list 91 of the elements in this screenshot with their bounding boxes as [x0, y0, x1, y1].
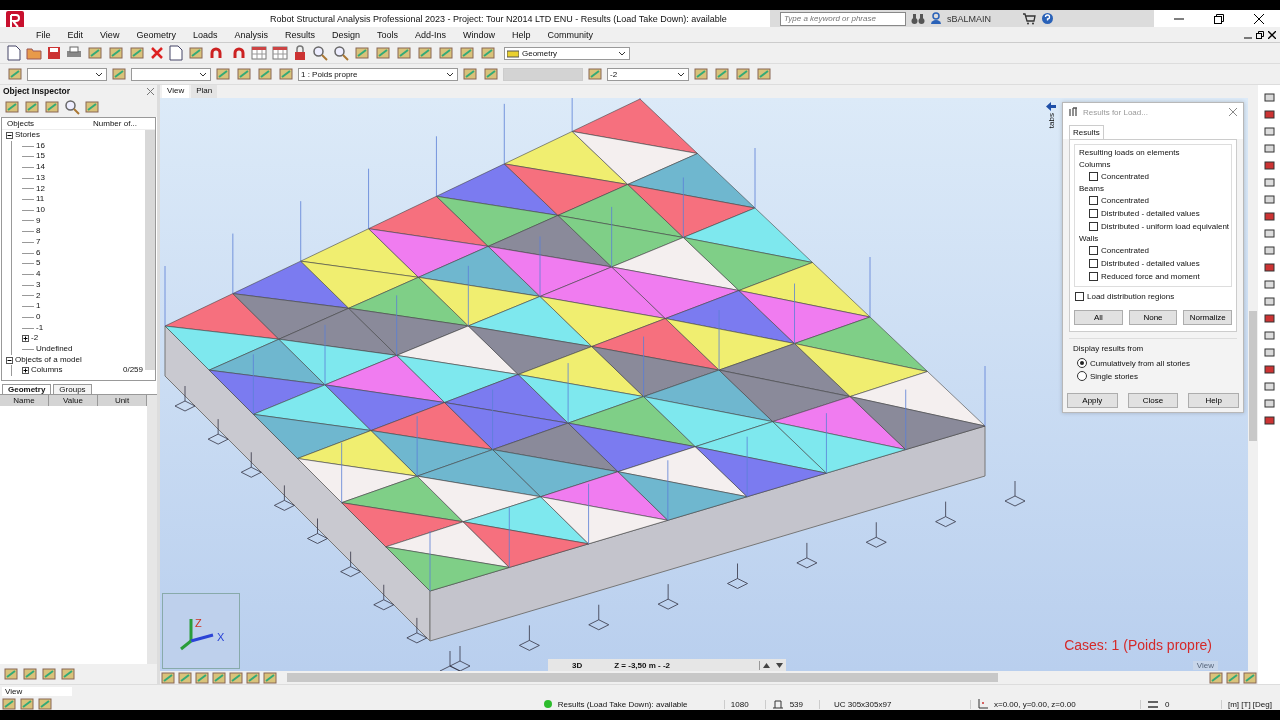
tree-item[interactable]: -2 — [31, 333, 39, 345]
dialog-button[interactable]: Close — [1127, 393, 1179, 408]
tree-item[interactable]: 6 — [36, 247, 41, 259]
checkbox[interactable]: Distributed - detailed values — [1079, 257, 1227, 270]
tree-item[interactable]: 10 — [36, 204, 45, 216]
checkbox[interactable]: Load distribution regions — [1074, 290, 1232, 303]
column-header[interactable]: Objects — [7, 119, 93, 128]
menu-item[interactable]: Analysis — [224, 29, 275, 40]
menu-item[interactable]: Window — [453, 29, 503, 40]
radio-option[interactable]: Cumulatively from all stories — [1073, 358, 1233, 368]
section-label: Columns — [1079, 159, 1112, 170]
tree-item[interactable]: 11 — [36, 194, 45, 205]
tree-item[interactable]: Objects of a model — [15, 354, 82, 366]
checkbox[interactable]: Distributed - uniform load equivalent — [1079, 220, 1227, 233]
side-tab[interactable]: tabs — [1046, 113, 1056, 129]
dialog-tab[interactable]: Results — [1069, 125, 1104, 139]
tree-item[interactable]: 14 — [36, 162, 45, 173]
checkbox[interactable]: Concentrated — [1079, 170, 1227, 183]
menu-item[interactable]: Add-Ins — [405, 29, 454, 40]
tree-item[interactable]: Columns — [31, 365, 63, 377]
menu-item[interactable]: Community — [537, 29, 601, 40]
menu-item[interactable]: Geometry — [126, 29, 183, 40]
tree-item[interactable]: 2 — [36, 290, 41, 302]
view-tab[interactable]: Plan — [191, 85, 218, 98]
dialog-button[interactable]: Normalize — [1183, 310, 1232, 325]
selection-count: 0 — [1165, 699, 1222, 709]
load-case-label: Cases: 1 (Poids propre) — [1064, 637, 1212, 653]
dialog-button[interactable]: Help — [1188, 393, 1239, 408]
dialog-title: Results for Load... — [1083, 107, 1148, 117]
user-name[interactable]: sBALMAIN — [947, 13, 1017, 24]
checkbox[interactable]: Distributed - detailed values — [1079, 207, 1227, 220]
command-line-field[interactable]: View — [2, 687, 72, 696]
story-level-label[interactable]: Z = -3,50 m - -2 — [606, 660, 761, 670]
tree-item[interactable]: 13 — [36, 172, 45, 184]
tree-item[interactable]: 7 — [36, 237, 41, 248]
menu-item[interactable]: Design — [321, 29, 367, 40]
group-title: Display results from — [1073, 343, 1145, 355]
tree-item[interactable]: 3 — [36, 279, 41, 291]
cursor-coordinates: x=0.00, y=0.00, z=0.00 — [994, 699, 1141, 709]
tree-item[interactable]: 0 — [36, 311, 41, 323]
radio-option[interactable]: Single stories — [1073, 371, 1233, 381]
tree-item[interactable]: Undefined — [36, 344, 73, 355]
units-label: [m] [T] [Deg] — [1228, 699, 1273, 709]
tree-item[interactable]: 16 — [36, 140, 45, 152]
axis-label: X — [217, 631, 225, 643]
checkbox[interactable]: Concentrated — [1079, 244, 1227, 257]
section-label: Beams — [1079, 183, 1105, 194]
bar-count: 539 — [789, 699, 820, 709]
load-case-dropdown[interactable]: 1 : Poids propre — [298, 67, 458, 81]
panel-tab[interactable]: Groups — [53, 384, 92, 394]
menu-item[interactable]: Loads — [182, 29, 225, 40]
layout-dropdown[interactable]: Geometry — [504, 46, 630, 60]
dialog-button[interactable]: None — [1128, 310, 1178, 325]
node-count: 1080 — [730, 699, 766, 709]
section-label: Walls — [1079, 233, 1100, 244]
view-mode-label[interactable]: 3D — [548, 660, 607, 670]
panel-title: Object Inspector — [3, 86, 71, 96]
section-label: UC 305x305x97 — [826, 699, 971, 709]
tree-item[interactable]: 9 — [36, 215, 41, 227]
story-dropdown[interactable]: -2 — [607, 67, 689, 81]
group-title: Resulting loads on elements — [1079, 147, 1181, 159]
status-message: Results (Load Take Down): available — [557, 699, 725, 709]
view-label: View — [1192, 661, 1218, 670]
tree-item[interactable]: 12 — [36, 183, 45, 195]
menu-item[interactable]: File — [26, 29, 58, 40]
tree-item[interactable]: 4 — [36, 269, 41, 280]
column-header[interactable]: Name — [0, 395, 49, 406]
menu-item[interactable]: Results — [274, 29, 322, 40]
checkbox[interactable]: Reduced force and moment — [1079, 270, 1227, 283]
tree-item[interactable]: 15 — [36, 151, 45, 163]
menu-item[interactable]: Tools — [367, 29, 405, 40]
tree-item[interactable]: 5 — [36, 258, 41, 270]
column-header[interactable]: Number of... — [93, 119, 141, 128]
window-title: Robot Structural Analysis Professional 2023 - Project: Tour N2014 LTD ENU - Results (Load Take Down): available — [270, 13, 727, 24]
dialog-button[interactable]: All — [1074, 310, 1123, 325]
menu-item[interactable]: View — [90, 29, 127, 40]
tree-item[interactable]: -1 — [36, 322, 44, 334]
panel-tab[interactable]: Geometry — [2, 384, 52, 394]
tree-item[interactable]: 8 — [36, 226, 41, 238]
tree-item[interactable]: 1 — [36, 301, 41, 312]
menu-item[interactable]: Edit — [57, 29, 91, 40]
checkbox[interactable]: Concentrated — [1079, 194, 1227, 207]
search-field[interactable]: Type a keyword or phrase — [780, 11, 906, 26]
tree-item[interactable]: Stories — [15, 130, 40, 141]
axis-label: Z — [195, 617, 202, 629]
column-header[interactable]: Unit — [98, 395, 147, 406]
column-header[interactable]: Value — [49, 395, 98, 406]
item-count: 0/259 — [121, 365, 143, 377]
dialog-button[interactable]: Apply — [1067, 393, 1118, 408]
menu-item[interactable]: Help — [502, 29, 538, 40]
view-tab[interactable]: View — [162, 85, 190, 98]
